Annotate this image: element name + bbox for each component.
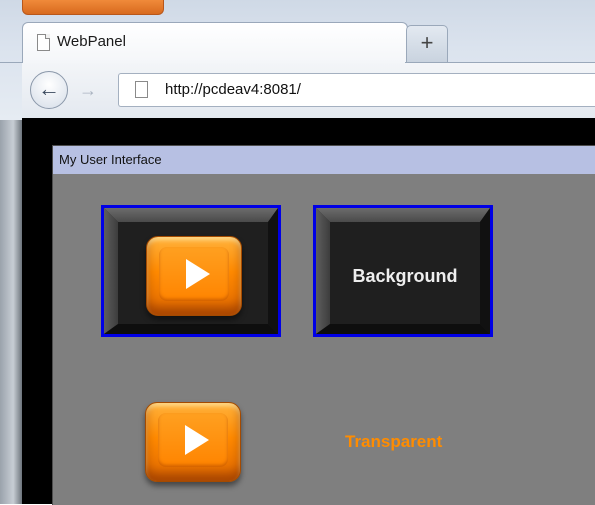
url-text[interactable]: http://pcdeav4:8081/ <box>165 81 301 98</box>
page-icon <box>37 34 50 51</box>
play-button-face <box>159 247 229 301</box>
tile-bevel <box>104 208 278 222</box>
forward-button[interactable]: → <box>74 80 102 100</box>
tile-bevel <box>104 208 118 334</box>
tile-bevel <box>316 208 330 334</box>
window-edge <box>0 120 22 504</box>
window-titlebar: My User Interface <box>53 146 595 174</box>
tile-bevel <box>316 324 490 334</box>
new-tab-button[interactable]: + <box>406 25 448 62</box>
play-button-transparent[interactable] <box>145 402 241 482</box>
tile-bevel <box>480 208 490 334</box>
play-button-face <box>158 413 228 467</box>
play-button[interactable] <box>146 236 242 316</box>
play-icon <box>186 259 210 289</box>
play-tile-background[interactable] <box>101 205 281 337</box>
tile-bevel <box>104 324 278 334</box>
tab-webpanel[interactable]: WebPanel <box>22 22 408 63</box>
page-icon <box>135 81 148 98</box>
transparent-label[interactable]: Transparent <box>345 432 442 452</box>
window-title: My User Interface <box>59 152 162 167</box>
background-label: Background <box>352 266 458 286</box>
back-button[interactable]: ← <box>30 71 68 109</box>
tab-title: WebPanel <box>57 33 126 50</box>
browser-menu-button[interactable] <box>22 0 164 15</box>
tile-bevel <box>268 208 278 334</box>
play-icon <box>185 425 209 455</box>
background-tile[interactable]: Background <box>313 205 493 337</box>
tile-bevel <box>316 208 490 222</box>
address-bar[interactable]: http://pcdeav4:8081/ <box>118 73 595 107</box>
